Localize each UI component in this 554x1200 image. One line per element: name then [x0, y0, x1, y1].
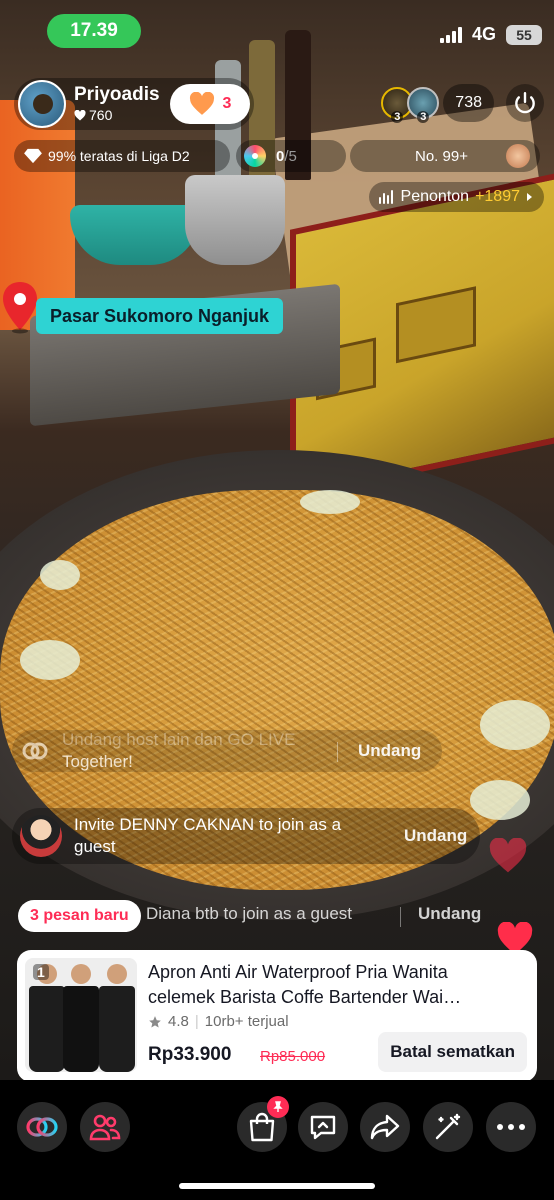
match-progress-pill[interactable]: 0/5: [236, 140, 346, 172]
comment-text-line1: Undang host lain dan GO LIVE: [62, 730, 296, 749]
heart-icon: [74, 109, 86, 120]
product-title-line1: Apron Anti Air Waterproof Pria Wanita: [148, 962, 448, 982]
product-index: 1: [33, 964, 49, 980]
pinned-product-card[interactable]: 1 Apron Anti Air Waterproof Pria Wanita …: [17, 950, 537, 1082]
product-title[interactable]: Apron Anti Air Waterproof Pria Wanita ce…: [148, 960, 518, 1010]
heart-icon: [189, 92, 214, 115]
signal-icon: [439, 26, 462, 43]
network-type: 4G: [471, 24, 496, 44]
divider: [337, 742, 338, 762]
match-total: /5: [284, 147, 297, 165]
product-original-price: Rp85.000: [260, 1048, 326, 1065]
viewers-stats-pill[interactable]: Penonton +1897: [368, 182, 544, 212]
location-pin-icon: [3, 282, 37, 334]
bottom-action-bar: [0, 1080, 554, 1200]
share-icon: [370, 1114, 400, 1140]
shop-button[interactable]: [237, 1096, 289, 1152]
league-rank-text: 99% teratas di Liga D2: [48, 148, 190, 164]
divider: [400, 907, 401, 927]
teal-bowl: [70, 205, 200, 265]
comment-button[interactable]: [298, 1102, 348, 1152]
comment-text-line1: Invite DENNY CAKNAN to join as a: [74, 815, 342, 834]
viewer-rank-badge: 3: [391, 111, 404, 123]
status-time: 17.39: [47, 14, 141, 48]
share-button[interactable]: [360, 1102, 410, 1152]
viewers-gain: +1897: [475, 188, 520, 205]
leaderboard-pill[interactable]: No. 99+: [350, 140, 540, 172]
invite-guest-button[interactable]: Undang: [404, 826, 467, 846]
link-icon: [26, 1117, 58, 1137]
product-sold: 10rb+ terjual: [204, 1013, 289, 1030]
close-live-button[interactable]: [506, 84, 544, 122]
product-meta: 4.8 | 10rb+ terjual: [148, 1013, 289, 1030]
viewer-rank-badge: 3: [417, 111, 430, 123]
pin-icon: [273, 1101, 283, 1112]
guests-button[interactable]: [80, 1102, 130, 1152]
host-avatar[interactable]: [18, 80, 66, 128]
magic-wand-icon: [435, 1113, 461, 1140]
battery-icon: 55: [506, 24, 542, 45]
follow-count: 3: [222, 95, 232, 112]
more-icon: [497, 1124, 525, 1130]
disc-icon: [244, 145, 266, 167]
leaderboard-label: No. 99+: [415, 147, 468, 165]
power-icon: [515, 92, 535, 114]
host-likes-count: 760: [89, 107, 113, 123]
viewer-avatar[interactable]: 3: [407, 87, 440, 123]
comment-text-line2: Together!: [62, 752, 133, 771]
product-title-line2: celemek Barista Coffe Bartender Wai…: [148, 987, 462, 1007]
multi-guest-link-button[interactable]: [17, 1102, 67, 1152]
link-icon: [22, 742, 48, 760]
pin-badge: [267, 1096, 289, 1118]
guest-avatar: [20, 815, 62, 857]
top-viewers[interactable]: 3 3 738: [381, 84, 494, 123]
system-comment-invite-guest: Invite DENNY CAKNAN to join as a guest U…: [12, 808, 480, 864]
status-indicators: 4G 55: [439, 24, 542, 45]
invite-host-button[interactable]: Undang: [358, 741, 421, 761]
product-price: Rp33.900: [148, 1044, 232, 1065]
ticker-invite-button[interactable]: Undang: [418, 904, 481, 924]
host-name: Priyoadis: [74, 84, 160, 105]
comment-text-line2: guest: [74, 837, 116, 856]
leaderboard-avatar: [506, 144, 530, 168]
home-indicator[interactable]: [179, 1183, 375, 1189]
follow-heart-button[interactable]: 3: [170, 84, 250, 124]
new-messages-button[interactable]: 3 pesan baru: [18, 900, 141, 932]
guest-invite-ticker: Diana btb to join as a guest: [146, 904, 353, 923]
metal-pot: [185, 175, 285, 265]
enhance-button[interactable]: [423, 1102, 473, 1152]
guests-icon: [89, 1114, 121, 1141]
host-info[interactable]: Priyoadis 760 3: [14, 78, 254, 130]
viewers-label: Penonton: [400, 188, 470, 205]
chart-icon: [378, 190, 393, 204]
league-rank-pill[interactable]: 99% teratas di Liga D2: [14, 140, 230, 172]
product-image[interactable]: 1: [25, 958, 137, 1072]
product-rating: 4.8: [168, 1013, 189, 1030]
viewer-count[interactable]: 738: [443, 84, 494, 122]
chevron-right-icon: [527, 193, 532, 201]
more-button[interactable]: [486, 1102, 536, 1152]
floating-heart-icon: [489, 838, 527, 873]
unpin-button[interactable]: Batal sematkan: [378, 1032, 527, 1072]
location-sticker[interactable]: Pasar Sukomoro Nganjuk: [36, 298, 284, 334]
star-icon: [149, 1015, 161, 1028]
host-likes: 760: [74, 106, 160, 124]
message-icon: [310, 1115, 336, 1140]
diamond-icon: [24, 148, 42, 164]
